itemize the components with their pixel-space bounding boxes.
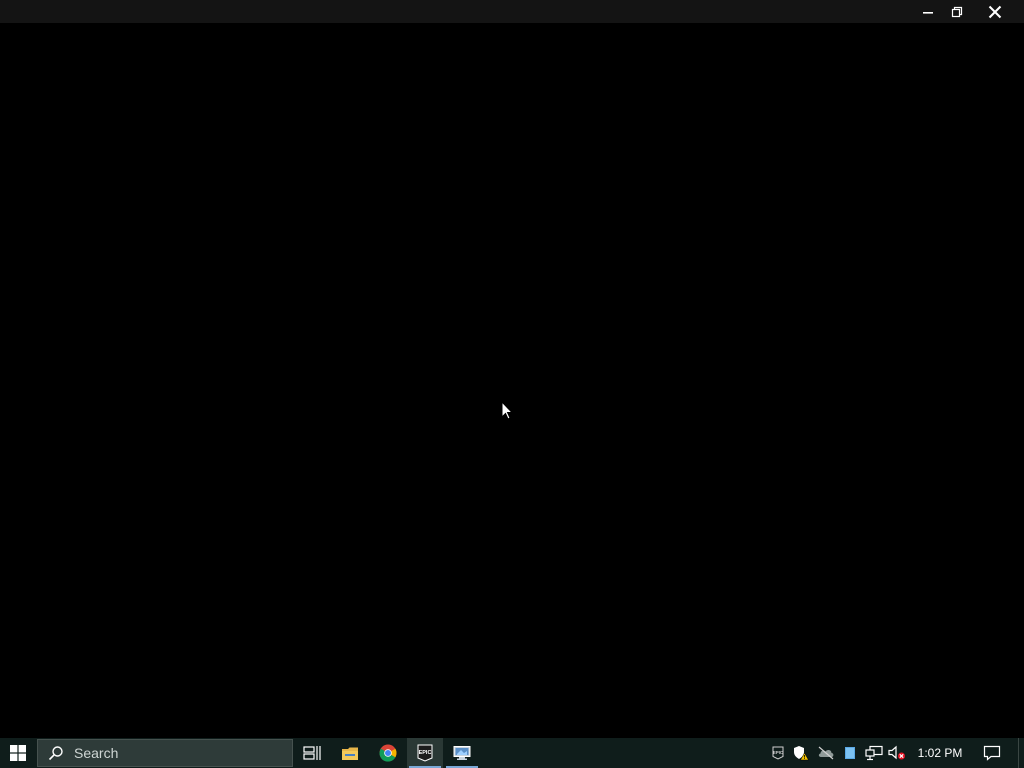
screen: Search EPIC EPIC 1:02 PM [0,0,1024,768]
task-view-icon [303,746,321,760]
epic-games-icon: EPIC [417,744,433,762]
folder-icon [342,747,358,760]
remote-desktop-icon [453,746,471,760]
search-placeholder: Search [74,745,119,761]
volume-muted-icon [888,745,905,760]
task-view-button[interactable] [294,738,330,768]
minimize-icon [923,11,933,14]
taskbar: Search EPIC EPIC 1:02 PM [0,738,1024,768]
network-icon [865,745,883,761]
search-icon [48,745,64,761]
onedrive-tray-button[interactable] [815,738,837,768]
cloud-offline-icon [818,746,834,760]
shield-warning-icon [794,746,809,761]
volume-tray-button[interactable] [886,738,908,768]
notes-icon [845,747,855,759]
notification-icon [983,745,1001,761]
file-explorer-button[interactable] [332,738,368,768]
epic-games-button[interactable]: EPIC [407,738,443,768]
system-clock[interactable]: 1:02 PM [912,738,968,768]
chrome-icon [379,744,397,762]
chrome-button[interactable] [370,738,406,768]
mouse-cursor-icon [501,400,514,425]
close-button[interactable] [977,0,1013,23]
windows-logo-icon [10,745,26,761]
security-tray-button[interactable] [790,738,812,768]
app-content-area[interactable] [0,23,1024,738]
svg-text:EPIC: EPIC [773,750,783,755]
action-center-button[interactable] [978,738,1006,768]
remote-desktop-button[interactable] [444,738,480,768]
close-icon [988,5,1002,18]
svg-text:EPIC: EPIC [419,750,432,756]
search-box[interactable]: Search [37,739,293,767]
start-button[interactable] [0,738,36,768]
epic-tray-button[interactable]: EPIC [767,738,789,768]
show-desktop-button[interactable] [1018,738,1024,768]
network-tray-button[interactable] [863,738,885,768]
restore-button[interactable] [939,0,975,23]
notes-tray-button[interactable] [839,738,861,768]
title-bar[interactable] [0,0,1024,23]
restore-icon [951,6,963,17]
epic-games-tray-icon: EPIC [772,746,784,760]
